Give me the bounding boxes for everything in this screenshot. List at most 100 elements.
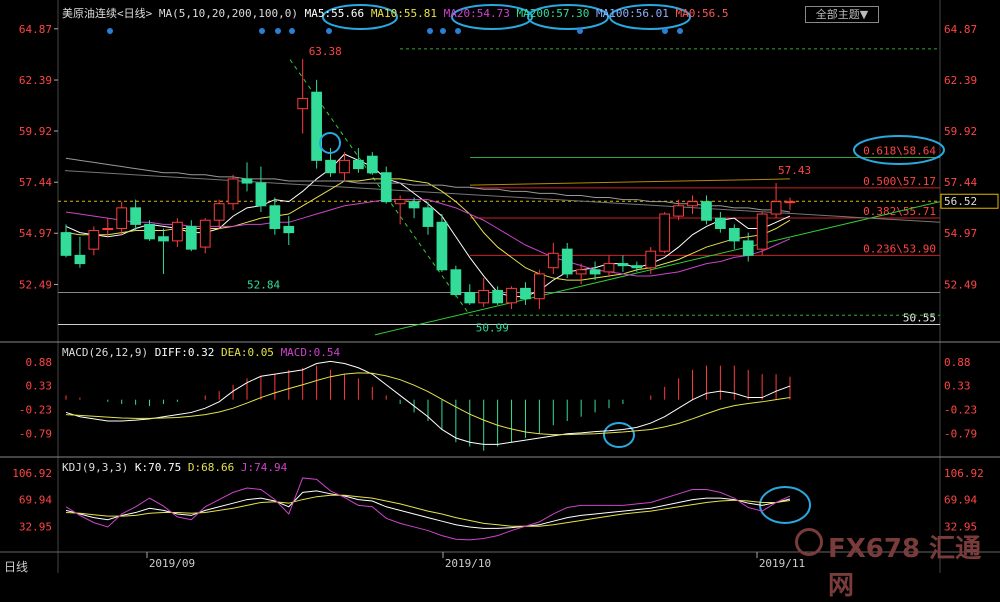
- candle-body: [645, 250, 657, 269]
- signal-dot: [275, 28, 281, 34]
- macd-tick-left: -0.79: [19, 427, 52, 440]
- candle-body: [130, 207, 141, 225]
- macd-header: MACD(26,12,9) DIFF:0.32 DEA:0.05 MACD:0.…: [62, 346, 340, 359]
- ma0-value: MA0:56.5: [675, 7, 729, 20]
- candle-body: [534, 273, 545, 300]
- period-label[interactable]: 日线: [4, 558, 28, 575]
- candle-body: [575, 269, 587, 275]
- kdj-k-line: [65, 490, 791, 529]
- watermark-logo-icon: [795, 528, 823, 556]
- kdj-tick-left: 32.95: [19, 520, 52, 533]
- kdj-tick-right: 106.92: [944, 467, 984, 480]
- right-level-label: 50.55: [903, 312, 936, 325]
- macd-tick-right: 0.33: [944, 380, 971, 393]
- macd-tick-left: -0.23: [19, 403, 52, 416]
- y-tick-label-left: 57.44: [19, 176, 52, 189]
- candle-body: [561, 248, 573, 275]
- resistance-line: [469, 178, 791, 186]
- candle-body: [297, 97, 309, 110]
- signal-dot: [289, 28, 295, 34]
- candle-body: [241, 178, 253, 184]
- signal-dot: [427, 28, 433, 34]
- kdj-tick-left: 69.94: [19, 494, 52, 507]
- candle-body: [408, 201, 420, 209]
- signal-dot: [455, 28, 461, 34]
- macd-diff: DIFF:0.32: [154, 346, 215, 359]
- candle-body: [172, 221, 183, 242]
- ma10-value: MA10:55.81: [370, 7, 438, 20]
- low-annotation-2: 50.99: [476, 322, 509, 335]
- ma20-value: MA20:54.73: [443, 7, 510, 20]
- macd-tick-right: 0.88: [944, 356, 971, 369]
- macd-label: MACD(26,12,9): [62, 346, 149, 359]
- candle-body: [617, 263, 629, 267]
- theme-dropdown-button[interactable]: 全部主题▼: [805, 6, 879, 23]
- kdj-d: D:68.66: [187, 461, 235, 474]
- chart-header: 美原油连续<日线> MA(5,10,20,200,100,0) MA5:55.6…: [62, 5, 728, 21]
- candle-body: [728, 227, 740, 242]
- watermark: FX678 汇通网: [828, 534, 982, 601]
- signal-dot: [440, 28, 446, 34]
- candle-body: [88, 230, 100, 250]
- signal-dot: [577, 28, 583, 34]
- y-tick-label-left: 62.39: [19, 74, 52, 87]
- instrument-title: 美原油连续<日线>: [62, 7, 153, 20]
- x-tick-label: 2019/09: [149, 557, 195, 570]
- kdj-j-line: [65, 477, 791, 541]
- x-tick-label: 2019/10: [445, 557, 491, 570]
- candle-body: [311, 91, 322, 161]
- candle-body: [422, 207, 434, 227]
- candle-body: [687, 201, 698, 207]
- kdj-label: KDJ(9,3,3): [62, 461, 129, 474]
- highlight-circle: [759, 486, 811, 524]
- y-tick-label-left: 52.49: [19, 278, 52, 291]
- macd-tick-left: 0.88: [26, 356, 53, 369]
- candle-body: [144, 223, 155, 240]
- candle-body: [506, 287, 517, 304]
- ma5-value: MA5:55.66: [304, 7, 365, 20]
- candle-body: [185, 225, 197, 250]
- candle-body: [102, 227, 114, 230]
- candle-body: [715, 217, 726, 229]
- low-annotation-1: 52.84: [247, 278, 280, 291]
- signal-dot: [107, 28, 113, 34]
- candle-body: [269, 205, 281, 229]
- kdj-d-line: [65, 494, 791, 527]
- candle-body: [116, 207, 128, 229]
- high-annotation: 63.38: [309, 45, 342, 58]
- signal-dot: [326, 28, 332, 34]
- y-tick-label-left: 59.92: [19, 125, 52, 138]
- candle-body: [659, 213, 671, 252]
- candle-body: [255, 182, 267, 207]
- y-tick-label-right: 57.44: [944, 176, 977, 189]
- ma-label: MA(5,10,20,200,100,0): [158, 7, 298, 20]
- fib-level-label: 0.618\58.64: [863, 144, 936, 157]
- kdj-header: KDJ(9,3,3) K:70.75 D:68.66 J:74.94: [62, 461, 287, 474]
- y-tick-label-right: 59.92: [944, 125, 977, 138]
- fib-level-label: 0.236\53.90: [863, 242, 936, 255]
- chart-canvas: 64.87 64.87 62.39 62.39 59.92 59.92 57.44 57.44…: [0, 0, 1000, 573]
- candle-body: [756, 213, 768, 250]
- kdj-tick-left: 106.92: [12, 467, 52, 480]
- long-ma-line: [64, 170, 941, 223]
- candle-body: [213, 203, 225, 221]
- candle-body: [325, 159, 336, 174]
- candle-body: [450, 269, 462, 296]
- candle-body: [436, 221, 448, 271]
- candle-body: [492, 289, 503, 304]
- y-tick-label-right: 62.39: [944, 74, 977, 87]
- candle-body: [339, 159, 350, 174]
- candle-body: [770, 201, 782, 215]
- price-tag-label: 56.52: [944, 195, 977, 208]
- kdj-j: J:74.94: [240, 461, 288, 474]
- highlight-circle: [319, 132, 341, 154]
- candle-body: [478, 289, 490, 304]
- signal-dot: [677, 28, 683, 34]
- candle-body: [464, 292, 476, 304]
- candle-body: [673, 205, 684, 217]
- candle-body: [380, 172, 392, 203]
- y-tick-label-left: 54.97: [19, 227, 52, 240]
- y-tick-label-right: 64.87: [944, 23, 977, 36]
- ma200-value: MA200:57.30: [516, 7, 590, 20]
- candle-body: [784, 201, 796, 204]
